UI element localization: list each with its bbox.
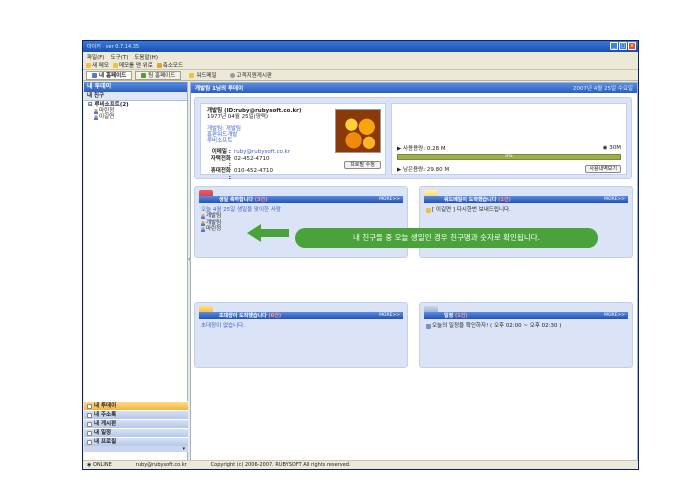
wordmail-more-link[interactable]: MORE>> bbox=[604, 197, 625, 202]
online-status: ◉ ONLINE bbox=[87, 462, 112, 468]
edit-profile-button[interactable]: 프로필 수정 bbox=[344, 161, 381, 169]
office-label: 자택전화 : bbox=[210, 155, 231, 169]
maximize-icon[interactable]: □ bbox=[619, 42, 627, 50]
memo-icon bbox=[86, 62, 91, 68]
addressbook-icon bbox=[87, 412, 92, 418]
schedule-more-link[interactable]: MORE>> bbox=[604, 313, 625, 318]
new-memo-button[interactable]: 새 메모 bbox=[86, 61, 109, 69]
sidebar-title: 내 투데이 bbox=[84, 82, 187, 92]
invite-panel-header: 초대장이 도착했습니다 (0건) MORE>> bbox=[199, 312, 403, 319]
status-user: ruby@rubysoft.co.kr bbox=[135, 462, 187, 468]
today-icon bbox=[87, 403, 92, 409]
nav-profile[interactable]: 내 프로필 bbox=[84, 437, 188, 446]
storage-used: ▶ 사용용량: 0.28 M bbox=[397, 146, 446, 152]
friend-item[interactable]: 이길연 bbox=[88, 114, 183, 120]
menu-file[interactable]: 파일(F) bbox=[87, 53, 105, 61]
wordmail-list: [ 이길연 ] 다시한번 보내드립니다. bbox=[426, 207, 626, 213]
storage-card: ▶ 사용용량: 0.28 M ◉ 30M 0% ▶ 남은용량: 29.80 M … bbox=[391, 103, 627, 175]
invite-panel: 초대장이 도착했습니다 (0건) MORE>> 초대장이 없습니다. bbox=[194, 302, 408, 368]
mobile-phone: 010-452-4710 bbox=[234, 168, 273, 175]
tab-team-home[interactable]: 팀 홈페이드 bbox=[135, 70, 182, 80]
person-icon bbox=[201, 214, 205, 220]
profile-section: 개발팀 (ID:ruby@rubysoft.co.kr) 1977년 04월 2… bbox=[194, 97, 632, 181]
schedule-item[interactable]: 오늘의 일정을 확인하자! ( 오후 02:00 ~ 오후 02:30 ) bbox=[426, 323, 626, 329]
nav-schedule[interactable]: 내 일정 bbox=[84, 428, 188, 437]
schedule-panel: 일정 (1건) MORE>> 오늘의 일정을 확인하자! ( 오후 02:00 … bbox=[419, 302, 633, 368]
tab-bar: 내 홈페이드 팀 홈페이드 워드메일 고객지원게시판 bbox=[83, 70, 638, 81]
home-icon bbox=[92, 72, 97, 78]
schedule-icon bbox=[426, 323, 431, 329]
nav-today[interactable]: 내 투데이 bbox=[84, 401, 188, 410]
window-title: 마이키 · ver 0.7.14.35 bbox=[87, 44, 140, 50]
close-icon[interactable]: × bbox=[628, 42, 636, 50]
person-icon bbox=[201, 220, 205, 226]
menu-bar: 파일(F) 도구(T) 도움말(H) bbox=[83, 52, 638, 61]
birthday-panel-header: 생일 축하합니다 (3건) MORE>> bbox=[199, 196, 403, 203]
team-icon bbox=[141, 72, 147, 78]
calendar-icon bbox=[87, 430, 92, 436]
person-icon bbox=[201, 226, 205, 232]
chevron-down-icon[interactable]: ▾ bbox=[84, 446, 188, 452]
profile-photo bbox=[335, 109, 381, 153]
copyright: Copyright (c) 2006-2007. RUBYSOFT All ri… bbox=[210, 462, 351, 468]
status-bar: ◉ ONLINE ruby@rubysoft.co.kr Copyright (… bbox=[83, 460, 638, 469]
menu-help[interactable]: 도움말(H) bbox=[134, 53, 158, 61]
storage-used-row: ▶ 사용용량: 0.28 M ◉ 30M bbox=[397, 144, 621, 152]
schedule-list: 오늘의 일정을 확인하자! ( 오후 02:00 ~ 오후 02:30 ) bbox=[426, 323, 626, 329]
toolbar: 새 메모 메모를 맨 위로 축소모드 bbox=[83, 61, 638, 70]
friends-header: 내 친구 bbox=[84, 92, 187, 101]
friends-tree: ⊟ 루비소프트(2) 마린정 이길연 bbox=[84, 101, 187, 121]
mail-icon bbox=[426, 207, 431, 213]
birthday-callout: 내 친구들 중 오늘 생일인 경우 친구명과 숫자로 확인됩니다. bbox=[295, 228, 598, 248]
memo-top-button[interactable]: 메모를 맨 위로 bbox=[112, 61, 153, 69]
storage-remain: ▶ 남은용량: 29.80 M bbox=[397, 167, 450, 173]
wordmail-panel-header: 워드메일이 도착했습니다 (1건) MORE>> bbox=[424, 196, 628, 203]
person-icon bbox=[94, 108, 98, 114]
person-icon bbox=[94, 114, 98, 120]
invite-list: 초대장이 없습니다. bbox=[201, 323, 401, 329]
office-phone: 02-452-4710 bbox=[234, 155, 270, 162]
compact-mode-button[interactable]: 축소모드 bbox=[156, 61, 183, 69]
folder-icon bbox=[189, 72, 195, 78]
main-header: 개발팀 1님의 투데이 2007년 4월 25일 수요일 bbox=[191, 83, 637, 93]
profile-card: 개발팀 (ID:ruby@rubysoft.co.kr) 1977년 04월 2… bbox=[200, 103, 386, 181]
invite-empty-message: 초대장이 없습니다. bbox=[201, 323, 245, 329]
schedule-panel-header: 일정 (1건) MORE>> bbox=[424, 312, 628, 319]
menu-tools[interactable]: 도구(T) bbox=[111, 53, 129, 61]
arrow-left-icon bbox=[247, 224, 289, 242]
main-title: 개발팀 1님의 투데이 bbox=[195, 86, 244, 92]
sidebar: 내 투데이 내 친구 ⊟ 루비소프트(2) 마린정 이길연 내 투데이 내 주소… bbox=[84, 82, 188, 462]
app-window: 마이키 · ver 0.7.14.35 _ □ × 파일(F) 도구(T) 도움… bbox=[82, 40, 639, 470]
profile-icon bbox=[87, 439, 92, 445]
birthday-more-link[interactable]: MORE>> bbox=[379, 197, 400, 202]
board-icon bbox=[87, 421, 92, 427]
today-date: 2007년 4월 25일 수요일 bbox=[572, 86, 633, 92]
storage-remain-row: ▶ 남은용량: 29.80 M 사용내역보기 bbox=[397, 165, 621, 173]
usage-history-button[interactable]: 사용내역보기 bbox=[585, 165, 621, 173]
support-icon bbox=[229, 72, 235, 78]
compact-icon bbox=[156, 62, 162, 68]
title-bar: 마이키 · ver 0.7.14.35 _ □ × bbox=[83, 41, 638, 52]
sidebar-nav: 내 투데이 내 주소록 내 게시판 내 일정 내 프로필 ▾ bbox=[84, 401, 188, 452]
storage-total: ◉ 30M bbox=[602, 145, 621, 151]
wordmail-item[interactable]: [ 이길연 ] 다시한번 보내드립니다. bbox=[426, 207, 626, 213]
mobile-label: 휴대전화 : bbox=[210, 168, 231, 181]
tab-my-home[interactable]: 내 홈페이드 bbox=[86, 70, 133, 80]
tab-wordmail[interactable]: 워드메일 bbox=[184, 71, 221, 80]
memo-top-icon bbox=[112, 62, 118, 68]
nav-board[interactable]: 내 게시판 bbox=[84, 419, 188, 428]
minimize-icon[interactable]: _ bbox=[610, 42, 618, 50]
tab-support-board[interactable]: 고객지원게시판 bbox=[225, 71, 277, 80]
nav-addressbook[interactable]: 내 주소록 bbox=[84, 410, 188, 419]
main-content: 개발팀 1님의 투데이 2007년 4월 25일 수요일 개발팀 (ID:rub… bbox=[190, 82, 638, 462]
invite-more-link[interactable]: MORE>> bbox=[379, 313, 400, 318]
window-controls: _ □ × bbox=[610, 42, 636, 50]
storage-progress-bar: 0% bbox=[397, 154, 621, 160]
